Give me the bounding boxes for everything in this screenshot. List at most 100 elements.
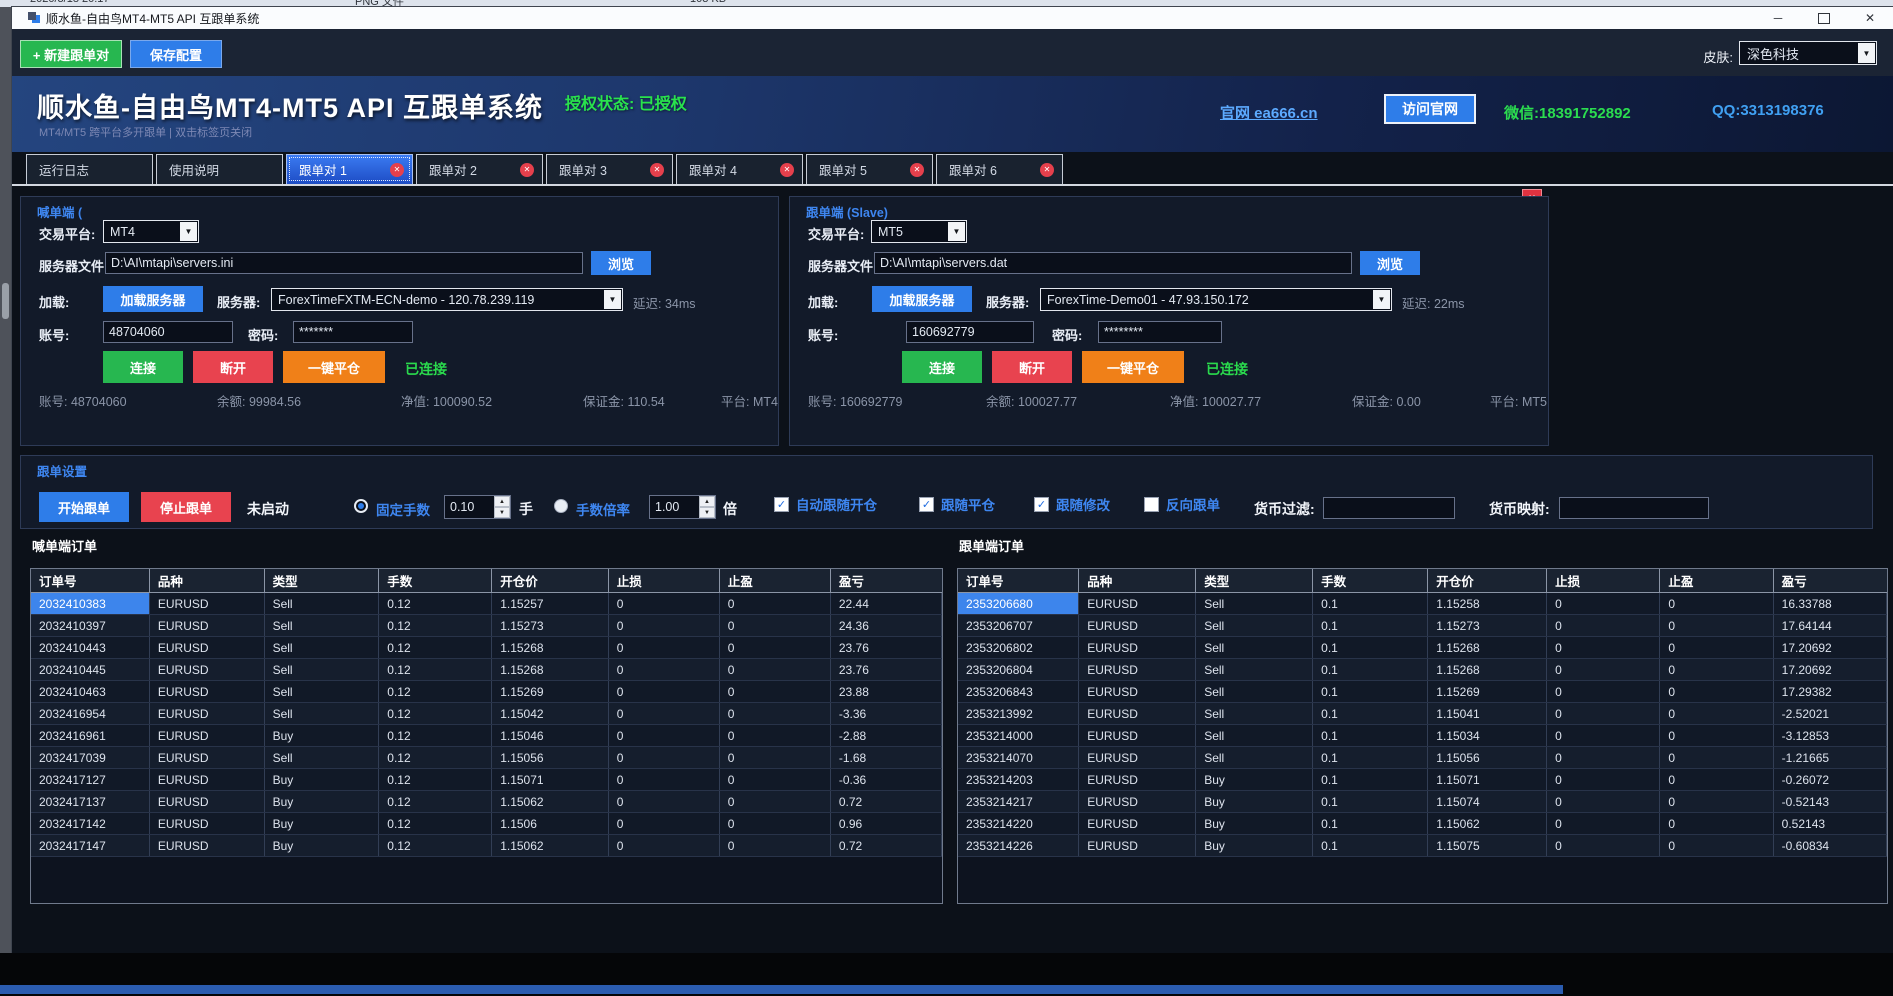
master-connect-button[interactable]: 连接	[103, 351, 183, 383]
slave-account-input[interactable]	[906, 321, 1034, 343]
master-account-input[interactable]	[103, 321, 233, 343]
order-row[interactable]: 2353214217EURUSDBuy0.11.1507400-0.52143	[958, 791, 1887, 813]
column-header-开仓价[interactable]: 开仓价	[1428, 569, 1547, 593]
master-load-servers-button[interactable]: 加载服务器	[103, 286, 203, 312]
tab-跟单对 6[interactable]: 跟单对 6✕	[936, 154, 1063, 184]
order-row[interactable]: 2353206680EURUSDSell0.11.152580016.33788	[958, 593, 1887, 615]
tab-跟单对 4[interactable]: 跟单对 4✕	[676, 154, 803, 184]
order-row[interactable]: 2032417137EURUSDBuy0.121.15062000.72	[31, 791, 942, 813]
slave-connect-button[interactable]: 连接	[902, 351, 982, 383]
tab-close-icon[interactable]: ✕	[390, 163, 404, 177]
order-row[interactable]: 2032416954EURUSDSell0.121.1504200-3.36	[31, 703, 942, 725]
order-row[interactable]: 2032417127EURUSDBuy0.121.1507100-0.36	[31, 769, 942, 791]
chevron-down-icon[interactable]: ▼	[1373, 290, 1390, 309]
fixed-lot-radio[interactable]	[354, 499, 368, 513]
column-header-手数[interactable]: 手数	[379, 569, 492, 593]
order-row[interactable]: 2032410445EURUSDSell0.121.152680023.76	[31, 659, 942, 681]
column-header-盈亏[interactable]: 盈亏	[1773, 569, 1886, 593]
slave-platform-select[interactable]: MT5 ▼	[871, 220, 967, 243]
order-row[interactable]: 2032416961EURUSDBuy0.121.1504600-2.88	[31, 725, 942, 747]
minimize-button[interactable]: ─	[1755, 7, 1801, 29]
order-row[interactable]: 2032410383EURUSDSell0.121.152570022.44	[31, 593, 942, 615]
tab-close-icon[interactable]: ✕	[780, 163, 794, 177]
start-follow-button[interactable]: 开始跟单	[39, 492, 129, 522]
order-row[interactable]: 2032410397EURUSDSell0.121.152730024.36	[31, 615, 942, 637]
chevron-down-icon[interactable]: ▼	[948, 222, 965, 241]
checkbox-反向跟单[interactable]: 反向跟单	[1144, 494, 1220, 514]
slave-close-all-button[interactable]: 一键平仓	[1082, 351, 1184, 383]
step-up-icon[interactable]: ▲	[699, 496, 715, 507]
tab-使用说明[interactable]: 使用说明	[156, 154, 283, 184]
order-row[interactable]: 2353206804EURUSDSell0.11.152680017.20692	[958, 659, 1887, 681]
site-link[interactable]: 官网 ea666.cn	[1220, 102, 1318, 123]
tab-跟单对 3[interactable]: 跟单对 3✕	[546, 154, 673, 184]
currency-filter-input[interactable]	[1323, 497, 1455, 519]
master-server-file-input[interactable]	[105, 252, 583, 274]
slave-load-servers-button[interactable]: 加载服务器	[872, 286, 972, 312]
order-row[interactable]: 2032417147EURUSDBuy0.121.15062000.72	[31, 835, 942, 857]
step-up-icon[interactable]: ▲	[494, 496, 510, 507]
order-row[interactable]: 2353213992EURUSDSell0.11.1504100-2.52021	[958, 703, 1887, 725]
column-header-订单号[interactable]: 订单号	[958, 569, 1079, 593]
column-header-止盈[interactable]: 止盈	[1660, 569, 1773, 593]
tab-close-icon[interactable]: ✕	[910, 163, 924, 177]
master-platform-select[interactable]: MT4 ▼	[103, 220, 199, 243]
checkbox-跟随修改[interactable]: ✓跟随修改	[1034, 494, 1110, 514]
chevron-down-icon[interactable]: ▼	[1858, 43, 1875, 63]
order-row[interactable]: 2353206843EURUSDSell0.11.152690017.29382	[958, 681, 1887, 703]
tab-跟单对 1[interactable]: 跟单对 1✕	[286, 154, 413, 184]
tab-close-icon[interactable]: ✕	[1040, 163, 1054, 177]
slave-server-select[interactable]: ForexTime-Demo01 - 47.93.150.172 ▼	[1040, 288, 1392, 311]
lot-ratio-stepper[interactable]: 1.00 ▲ ▼	[649, 495, 716, 519]
lot-ratio-label[interactable]: 手数倍率	[576, 499, 630, 519]
slave-browse-button[interactable]: 浏览	[1360, 251, 1420, 275]
tab-close-icon[interactable]: ✕	[520, 163, 534, 177]
order-row[interactable]: 2032417142EURUSDBuy0.121.1506000.96	[31, 813, 942, 835]
maximize-button[interactable]	[1801, 7, 1847, 29]
step-down-icon[interactable]: ▼	[699, 507, 715, 518]
tab-跟单对 5[interactable]: 跟单对 5✕	[806, 154, 933, 184]
master-browse-button[interactable]: 浏览	[591, 251, 651, 275]
column-header-品种[interactable]: 品种	[149, 569, 264, 593]
order-row[interactable]: 2353214226EURUSDBuy0.11.1507500-0.60834	[958, 835, 1887, 857]
tab-跟单对 2[interactable]: 跟单对 2✕	[416, 154, 543, 184]
column-header-盈亏[interactable]: 盈亏	[830, 569, 941, 593]
order-row[interactable]: 2353214070EURUSDSell0.11.1505600-1.21665	[958, 747, 1887, 769]
fixed-lot-stepper[interactable]: 0.10 ▲ ▼	[444, 495, 511, 519]
column-header-类型[interactable]: 类型	[1196, 569, 1313, 593]
background-scrollbar-thumb[interactable]	[2, 283, 9, 319]
order-row[interactable]: 2032417039EURUSDSell0.121.1505600-1.68	[31, 747, 942, 769]
tab-运行日志[interactable]: 运行日志	[26, 154, 153, 184]
order-row[interactable]: 2032410463EURUSDSell0.121.152690023.88	[31, 681, 942, 703]
order-row[interactable]: 2353214203EURUSDBuy0.11.1507100-0.26072	[958, 769, 1887, 791]
column-header-订单号[interactable]: 订单号	[31, 569, 149, 593]
master-password-input[interactable]	[293, 321, 413, 343]
master-server-select[interactable]: ForexTimeFXTM-ECN-demo - 120.78.239.119 …	[271, 288, 623, 311]
slave-server-file-input[interactable]	[874, 252, 1352, 274]
column-header-开仓价[interactable]: 开仓价	[492, 569, 609, 593]
new-pair-button[interactable]: + 新建跟单对	[20, 40, 122, 68]
skin-select[interactable]: 深色科技 ▼	[1739, 41, 1877, 65]
visit-site-button[interactable]: 访问官网	[1384, 94, 1476, 124]
master-close-all-button[interactable]: 一键平仓	[283, 351, 385, 383]
checkbox-跟随平仓[interactable]: ✓跟随平仓	[919, 494, 995, 514]
master-disconnect-button[interactable]: 断开	[193, 351, 273, 383]
order-row[interactable]: 2353214220EURUSDBuy0.11.15062000.52143	[958, 813, 1887, 835]
order-row[interactable]: 2353206802EURUSDSell0.11.152680017.20692	[958, 637, 1887, 659]
column-header-止盈[interactable]: 止盈	[719, 569, 830, 593]
stop-follow-button[interactable]: 停止跟单	[141, 492, 231, 522]
column-header-品种[interactable]: 品种	[1079, 569, 1196, 593]
column-header-止损[interactable]: 止损	[1547, 569, 1660, 593]
column-header-手数[interactable]: 手数	[1313, 569, 1428, 593]
column-header-类型[interactable]: 类型	[264, 569, 379, 593]
slave-disconnect-button[interactable]: 断开	[992, 351, 1072, 383]
tab-close-icon[interactable]: ✕	[650, 163, 664, 177]
chevron-down-icon[interactable]: ▼	[180, 222, 197, 241]
lot-ratio-radio[interactable]	[554, 499, 568, 513]
column-header-止损[interactable]: 止损	[608, 569, 719, 593]
fixed-lot-label[interactable]: 固定手数	[376, 499, 430, 519]
chevron-down-icon[interactable]: ▼	[604, 290, 621, 309]
currency-map-input[interactable]	[1559, 497, 1709, 519]
order-row[interactable]: 2032410443EURUSDSell0.121.152680023.76	[31, 637, 942, 659]
close-button[interactable]: ✕	[1847, 7, 1893, 29]
